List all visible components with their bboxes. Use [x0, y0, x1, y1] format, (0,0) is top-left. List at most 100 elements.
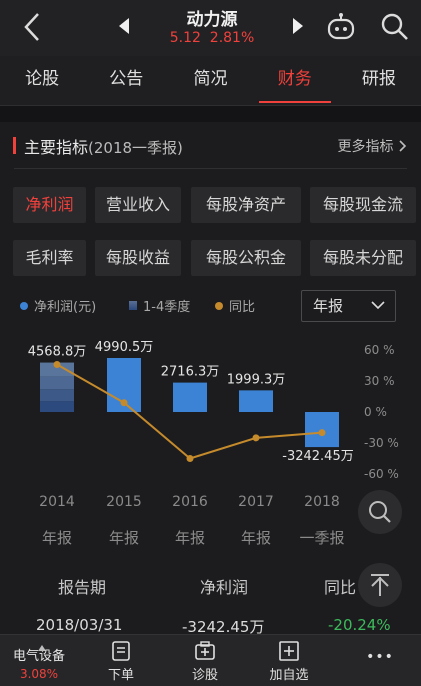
- legend-swatch-net-profit: [20, 301, 28, 310]
- legend-label-yoy: 同比: [229, 300, 256, 315]
- legend-label-quarters: 1-4季度: [143, 300, 191, 315]
- back-arrow-icon[interactable]: [18, 10, 48, 44]
- bar-data-label: 2716.3万: [161, 365, 220, 380]
- scroll-top-button[interactable]: [358, 563, 402, 607]
- period-select[interactable]: 年报: [301, 290, 396, 322]
- sector-button[interactable]: 电气设备 3.08%: [6, 645, 72, 681]
- x-tick-sublabel: 年报: [241, 529, 271, 547]
- table-cell-period: 2018/03/31: [36, 616, 123, 634]
- x-tick-label: 2014: [39, 494, 75, 510]
- more-metrics-label: 更多指标: [337, 139, 394, 155]
- metric-gross-margin[interactable]: 毛利率: [13, 240, 86, 276]
- caret-up-icon: [38, 645, 46, 651]
- x-tick-sublabel: 一季报: [299, 529, 344, 547]
- x-tick-label: 2015: [106, 494, 142, 510]
- yoy-point: [53, 360, 61, 368]
- x-tick-label: 2018: [304, 494, 340, 510]
- metric-undistributed-per-share[interactable]: 每股未分配: [310, 240, 416, 276]
- legend-net-profit: 净利润(元): [20, 296, 96, 315]
- stock-name: 动力源: [186, 10, 238, 30]
- metric-revenue[interactable]: 营业收入: [95, 187, 181, 223]
- legend-yoy: 同比: [215, 296, 255, 315]
- x-tick-label: 2017: [238, 494, 274, 510]
- section-gap: [0, 106, 421, 122]
- bar-segment: [40, 389, 74, 402]
- previous-stock-icon[interactable]: [116, 16, 132, 36]
- bar-data-label: 1999.3万: [227, 372, 286, 387]
- metric-net-profit[interactable]: 净利润: [13, 187, 86, 223]
- tab-bar: 论股 公告 简况 财务 研报: [0, 56, 421, 106]
- legend-label-net-profit: 净利润(元): [34, 300, 97, 315]
- sector-change: 3.08%: [19, 667, 59, 681]
- section-accent-bar: [13, 137, 16, 154]
- float-search-button[interactable]: [358, 490, 402, 534]
- yoy-point: [252, 434, 260, 442]
- metric-cashflow-per-share[interactable]: 每股现金流: [310, 187, 416, 223]
- tab-announcements[interactable]: 公告: [84, 56, 168, 105]
- legend-quarters: 1-4季度: [129, 296, 190, 315]
- tab-research[interactable]: 研报: [337, 56, 421, 105]
- bar: [239, 390, 273, 412]
- metric-nav-per-share[interactable]: 每股净资产: [191, 187, 301, 223]
- bottom-bar: 电气设备 3.08% 下单 诊股 加自选 •••: [0, 634, 421, 686]
- stock-change-pct: 2.81%: [209, 30, 255, 46]
- x-tick-label: 2016: [172, 494, 208, 510]
- bar: [173, 382, 207, 412]
- legend-swatch-quarters: [129, 301, 137, 310]
- arrow-up-icon: [371, 574, 389, 596]
- more-button[interactable]: •••: [360, 649, 400, 686]
- table-header-yoy: 同比: [324, 578, 357, 597]
- y2-tick-label: -30 %: [364, 436, 399, 450]
- bar-segment: [40, 376, 74, 390]
- yoy-point: [186, 455, 194, 462]
- search-icon[interactable]: [378, 10, 410, 42]
- chevron-down-icon: [371, 301, 385, 310]
- table-header-period: 报告期: [58, 578, 107, 597]
- section-divider: [14, 168, 407, 169]
- section-header: 主要指标(2018一季报) 更多指标: [0, 122, 421, 168]
- stock-quote: 5.12 2.81%: [150, 30, 274, 46]
- yoy-point: [120, 399, 128, 407]
- diagnose-icon: [195, 641, 215, 660]
- y2-tick-label: -60 %: [364, 467, 399, 481]
- table-header-net-profit: 净利润: [200, 578, 249, 597]
- top-bar: 动力源 5.12 2.81%: [0, 0, 421, 56]
- metric-eps[interactable]: 每股收益: [95, 240, 181, 276]
- tab-financials[interactable]: 财务: [253, 56, 337, 105]
- more-metrics-link[interactable]: 更多指标: [338, 136, 407, 156]
- add-watchlist-label: 加自选: [269, 668, 309, 683]
- order-icon: [112, 641, 130, 661]
- section-title: 主要指标(2018一季报): [24, 134, 183, 158]
- table-cell-yoy: -20.24%: [328, 616, 391, 634]
- bar-data-label: 4568.8万: [28, 345, 87, 360]
- section-subtitle: (2018一季报): [88, 139, 183, 157]
- diagnose-label: 诊股: [191, 668, 218, 683]
- tab-discussion[interactable]: 论股: [0, 56, 84, 105]
- order-label: 下单: [107, 668, 134, 683]
- tab-profile[interactable]: 简况: [168, 56, 252, 105]
- y2-tick-label: 60 %: [364, 343, 395, 357]
- add-watchlist-button[interactable]: 加自选: [262, 635, 316, 686]
- search-icon: [369, 501, 391, 523]
- x-tick-sublabel: 年报: [109, 529, 139, 547]
- y2-tick-label: 0 %: [364, 405, 387, 419]
- x-tick-sublabel: 年报: [42, 529, 72, 547]
- yoy-point: [318, 429, 326, 437]
- bar-segment: [40, 401, 74, 412]
- order-button[interactable]: 下单: [98, 635, 144, 686]
- add-watchlist-icon: [279, 641, 299, 661]
- chevron-right-icon: [399, 140, 407, 152]
- bar-data-label: -3242.45万: [282, 449, 353, 464]
- x-tick-sublabel: 年报: [175, 529, 205, 547]
- stock-price: 5.12: [169, 30, 201, 46]
- bar-data-label: 4990.5万: [95, 340, 154, 355]
- more-dots-icon: •••: [366, 649, 394, 665]
- diagnose-button[interactable]: 诊股: [182, 635, 228, 686]
- y2-tick-label: 30 %: [364, 374, 395, 388]
- metric-reserve-per-share[interactable]: 每股公积金: [191, 240, 301, 276]
- period-select-value: 年报: [313, 297, 344, 315]
- robot-icon[interactable]: [325, 12, 357, 42]
- section-title-text: 主要指标: [24, 138, 89, 157]
- legend-swatch-yoy: [215, 301, 223, 310]
- next-stock-icon[interactable]: [290, 16, 306, 36]
